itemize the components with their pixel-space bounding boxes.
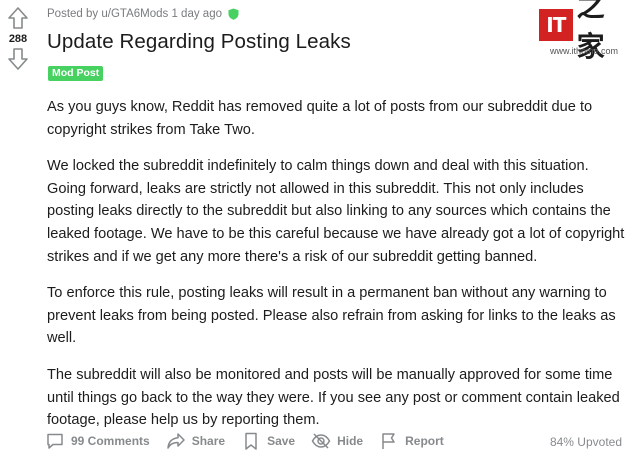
mod-shield-icon — [228, 8, 239, 20]
watermark-url: www.ithome.com — [549, 46, 619, 56]
vote-count: 288 — [8, 33, 28, 45]
logo-it-text: IT — [539, 9, 573, 41]
vote-column: 288 — [0, 6, 36, 71]
bookmark-icon — [245, 432, 257, 450]
save-button[interactable]: Save — [241, 431, 295, 451]
report-label: Report — [405, 434, 444, 448]
eye-slash-icon — [311, 433, 331, 449]
share-button[interactable]: Share — [166, 431, 225, 451]
body-paragraph: As you guys know, Reddit has removed qui… — [47, 99, 593, 138]
hide-label: Hide — [337, 434, 364, 448]
upvote-arrow-icon[interactable] — [7, 6, 29, 30]
post-body: As you guys know, Reddit has removed qui… — [47, 96, 627, 446]
post-title[interactable]: Update Regarding Posting Leaks — [47, 30, 351, 54]
post-author[interactable]: u/GTA6Mods — [101, 8, 168, 20]
ithome-watermark: IT 之家 www.ithome.com — [539, 0, 629, 64]
downvote-arrow-icon[interactable] — [7, 47, 29, 71]
report-button[interactable]: Report — [379, 431, 444, 451]
comments-label: 99 Comments — [71, 434, 150, 448]
body-paragraph: We locked the subreddit indefinitely to … — [47, 158, 625, 265]
body-paragraph: To enforce this rule, posting leaks will… — [47, 285, 616, 347]
share-label: Share — [191, 434, 226, 448]
comments-button[interactable]: 99 Comments — [45, 431, 150, 451]
body-paragraph: The subreddit will also be monitored and… — [47, 366, 620, 429]
meta-prefix: Posted by — [47, 8, 99, 20]
post-meta: Posted by u/GTA6Mods 1 day ago — [47, 8, 239, 20]
upvote-ratio: 84% Upvoted — [549, 435, 622, 449]
hide-button[interactable]: Hide — [311, 431, 363, 451]
comment-icon — [47, 433, 63, 449]
ithome-logo: IT 之家 — [539, 0, 629, 63]
post-actions: 99 Comments Share Save Hide Report — [45, 431, 625, 451]
post-time: 1 day ago — [171, 8, 222, 20]
save-label: Save — [267, 434, 296, 448]
post-flair[interactable]: Mod Post — [48, 66, 104, 81]
flag-icon — [382, 433, 395, 449]
share-icon — [166, 433, 185, 449]
